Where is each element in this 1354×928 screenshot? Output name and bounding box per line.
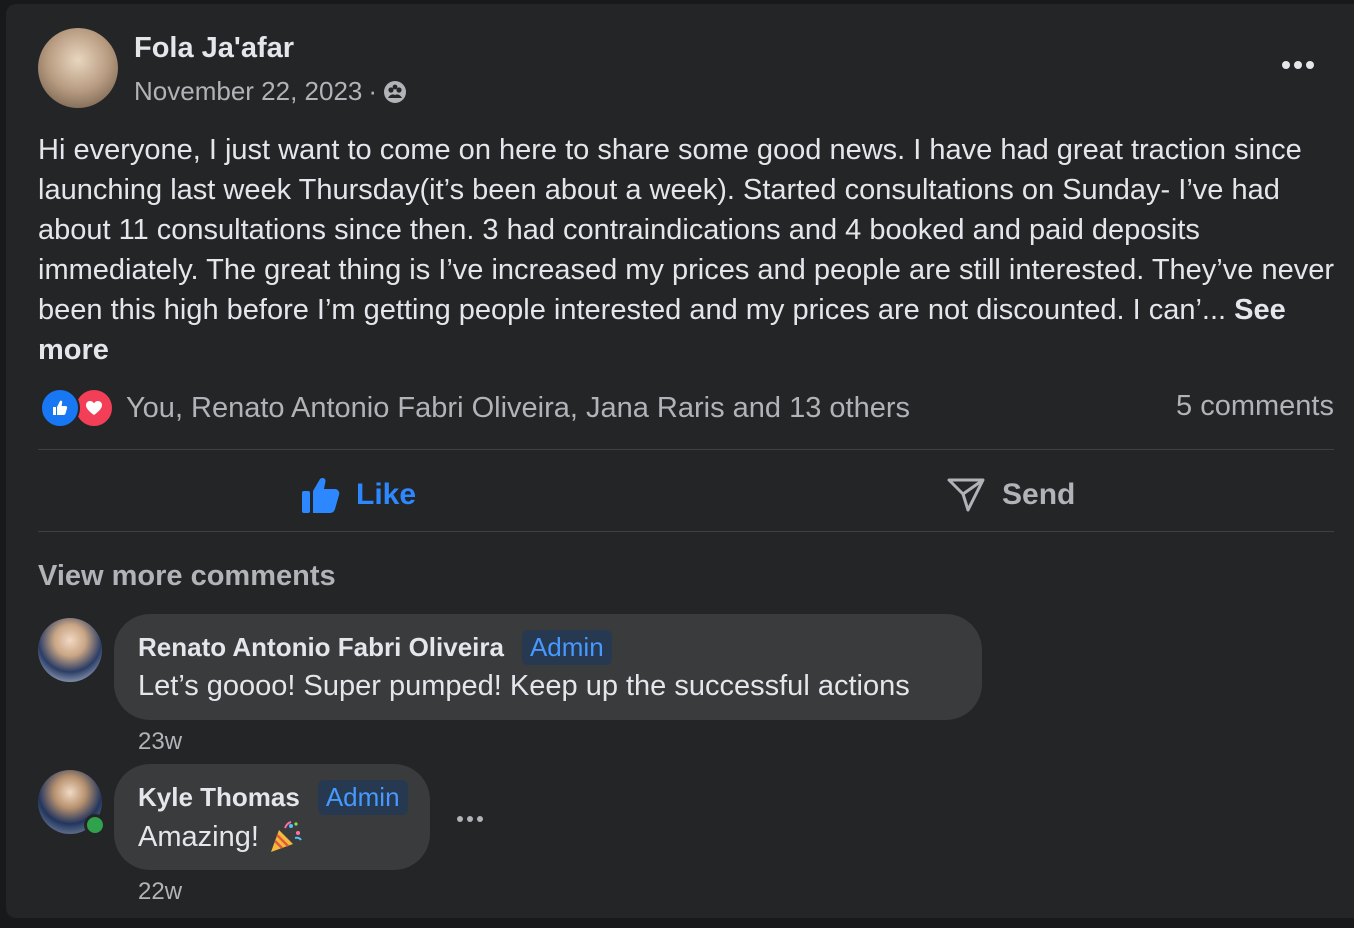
love-reaction-icon	[74, 388, 114, 428]
author-name[interactable]: Fola Ja'afar	[134, 32, 294, 65]
online-status-indicator	[84, 814, 106, 836]
more-horizontal-icon	[457, 816, 483, 822]
comment-author-row: Renato Antonio Fabri Oliveira Admin	[138, 630, 612, 665]
comment-bubble: Kyle Thomas Admin Amazing!	[114, 764, 430, 870]
post-date[interactable]: November 22, 2023	[134, 76, 362, 107]
comment-author-name[interactable]: Kyle Thomas	[138, 782, 300, 813]
view-more-comments-link[interactable]: View more comments	[38, 560, 336, 593]
post-body-text: Hi everyone, I just want to come on here…	[38, 134, 1334, 326]
comment-options-button[interactable]	[450, 804, 490, 834]
comment-bubble: Renato Antonio Fabri Oliveira Admin Let’…	[114, 614, 982, 720]
comments-count[interactable]: 5 comments	[1176, 390, 1334, 423]
admin-badge: Admin	[521, 630, 612, 665]
comment-author-row: Kyle Thomas Admin	[138, 780, 408, 815]
author-avatar[interactable]	[38, 28, 118, 108]
group-icon	[384, 80, 407, 103]
reactions-summary[interactable]: You, Renato Antonio Fabri Oliveira, Jana…	[40, 388, 910, 428]
send-label: Send	[1002, 478, 1076, 511]
comment-author-name[interactable]: Renato Antonio Fabri Oliveira	[138, 632, 504, 663]
comment-timestamp[interactable]: 23w	[138, 728, 182, 756]
comment-timestamp[interactable]: 22w	[138, 878, 182, 906]
like-label: Like	[356, 478, 417, 511]
post-card: Fola Ja'afar November 22, 2023 · Hi ever…	[6, 4, 1354, 918]
reactors-text[interactable]: You, Renato Antonio Fabri Oliveira, Jana…	[126, 392, 910, 425]
post-meta: November 22, 2023 ·	[134, 76, 407, 107]
comment-text: Amazing!	[138, 820, 303, 854]
more-horizontal-icon	[1282, 61, 1314, 69]
like-reaction-icon	[40, 388, 80, 428]
comment-text: Let’s goooo! Super pumped! Keep up the s…	[138, 670, 910, 703]
post-options-button[interactable]	[1272, 50, 1324, 80]
commenter-avatar[interactable]	[38, 618, 102, 682]
send-icon	[947, 478, 985, 512]
admin-badge: Admin	[317, 780, 408, 815]
divider	[38, 449, 1334, 450]
comment-text-content: Let’s goooo! Super pumped! Keep up the s…	[138, 670, 910, 702]
party-popper-icon	[270, 821, 302, 852]
comment-text-content: Amazing!	[138, 820, 259, 853]
divider	[38, 531, 1334, 532]
send-button[interactable]: Send	[946, 470, 1075, 520]
like-button[interactable]: Like	[302, 470, 416, 520]
post-body: Hi everyone, I just want to come on here…	[38, 130, 1338, 370]
meta-separator: ·	[368, 76, 378, 106]
thumbs-up-icon	[302, 477, 340, 513]
